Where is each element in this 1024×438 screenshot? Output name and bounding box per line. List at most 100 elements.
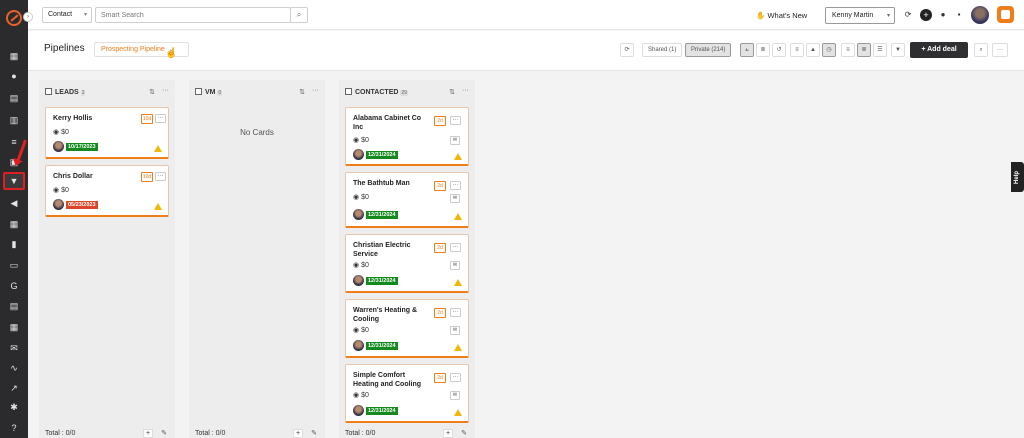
deal-card[interactable]: Alabama Cabinet Co Inc 2d ··· ◉ $0 ✉ 12/… [345,107,469,166]
refresh-icon[interactable]: ⟳ [903,10,913,20]
contact-type-select[interactable]: Contact ▾ [42,7,92,23]
column-more-icon[interactable]: ··· [462,87,469,94]
kanban-view-icon[interactable]: ⫨ [740,43,754,57]
email-icon[interactable]: ✉ [450,136,460,145]
mail-icon[interactable]: ✉ [8,342,20,354]
deal-title[interactable]: Kerry Hollis [53,114,131,123]
list-icon[interactable]: ≡ [8,136,20,148]
signature-icon[interactable]: ∿ [8,362,20,374]
warning-icon [154,145,162,152]
deal-card[interactable]: Warren's Heating & Cooling 2d ··· ◉ $0 ✉… [345,299,469,358]
owner-avatar[interactable] [53,199,64,210]
calendar-icon[interactable]: ▦ [8,321,20,333]
trend-chart-icon[interactable]: ↗ [8,382,20,394]
app-logo[interactable] [997,6,1014,23]
card-more-icon[interactable]: ··· [450,181,461,190]
card-more-icon[interactable]: ··· [450,116,461,125]
card-more-icon[interactable]: ··· [155,114,166,123]
card-more-icon[interactable]: ··· [450,243,461,252]
select-all-checkbox[interactable] [345,88,352,95]
email-icon[interactable]: ✉ [450,391,460,400]
help-circle-icon[interactable]: ? [8,422,20,434]
owner-avatar[interactable] [353,149,364,160]
empty-state-text: No Cards [240,128,274,137]
more-options-icon[interactable]: ··· [992,43,1008,57]
clock-icon[interactable]: ◷ [822,43,836,57]
sort-icon[interactable]: ⇅ [299,88,305,96]
google-icon[interactable]: G [8,280,20,292]
card-more-icon[interactable]: ··· [450,308,461,317]
refresh-icon[interactable]: ⟳ [620,43,634,57]
column-header: LEADS 2 [45,88,86,96]
add-deal-button[interactable]: + Add deal [910,42,968,58]
megaphone-icon[interactable]: ◀ [8,197,20,209]
edit-pencil-icon[interactable]: ✎ [311,429,317,437]
chat-icon[interactable]: ▪ [954,10,964,20]
card-more-icon[interactable]: ··· [155,172,166,181]
add-icon[interactable]: + [920,9,932,21]
email-icon[interactable]: ✉ [450,194,460,203]
column-more-icon[interactable]: ··· [312,87,319,94]
list-view-icon[interactable]: ≣ [756,43,770,57]
add-card-icon[interactable]: + [143,429,153,438]
select-all-checkbox[interactable] [195,88,202,95]
dashboard-icon[interactable]: ▦ [8,50,20,62]
shared-toggle[interactable]: Shared (1) [642,43,683,57]
thumbs-up-icon[interactable]: ▲ [806,43,820,57]
calculator-icon[interactable]: ▦ [8,218,20,230]
sidebar-collapse-icon[interactable]: › [23,12,33,22]
contacts-icon[interactable]: ● [8,70,20,82]
private-toggle[interactable]: Private (214) [685,43,732,57]
stack-icon[interactable]: ≡ [790,43,804,57]
add-card-icon[interactable]: + [293,429,303,438]
building-icon[interactable]: ▥ [8,114,20,126]
user-select[interactable]: Kenny Martin ▾ [825,7,895,24]
email-icon[interactable]: ✉ [450,326,460,335]
filter-icon[interactable]: ▼ [891,43,905,57]
settings-icon[interactable]: ✱ [8,401,20,413]
deal-title[interactable]: Warren's Heating & Cooling [353,306,431,324]
deal-title[interactable]: The Bathtub Man [353,179,431,188]
compact-view-icon[interactable]: ≡ [841,43,855,57]
documents-icon[interactable]: ▤ [8,92,20,104]
pipeline-filter-icon[interactable]: ▼ [3,172,25,190]
bar-chart-icon[interactable]: ▮ [8,238,20,250]
owner-avatar[interactable] [353,275,364,286]
column-more-icon[interactable]: ··· [162,87,169,94]
edit-pencil-icon[interactable]: ✎ [461,429,467,437]
history-icon[interactable]: ↺ [772,43,786,57]
search-icon[interactable]: ⌕ [974,43,988,57]
expanded-view-icon[interactable]: ☰ [873,43,887,57]
deal-card[interactable]: The Bathtub Man 2d ··· ◉ $0 ✉ 12/31/2024 [345,172,469,228]
card-more-icon[interactable]: ··· [450,373,461,382]
email-icon[interactable]: ✉ [450,261,460,270]
add-card-icon[interactable]: + [443,429,453,438]
owner-avatar[interactable] [353,405,364,416]
user-avatar[interactable] [971,6,989,24]
edit-pencil-icon[interactable]: ✎ [161,429,167,437]
deal-card[interactable]: Kerry Hollis 10d ··· ◉ $0 10/17/2023 [45,107,169,159]
column-title: LEADS [55,89,79,96]
bell-icon[interactable]: ● [938,10,948,20]
sort-icon[interactable]: ⇅ [449,88,455,96]
owner-avatar[interactable] [353,340,364,351]
brand-logo[interactable] [6,10,22,26]
sheet-icon[interactable]: ▤ [8,300,20,312]
deal-title[interactable]: Alabama Cabinet Co Inc [353,114,431,132]
normal-view-icon[interactable]: ≣ [857,43,871,57]
folder-icon[interactable]: ▭ [8,259,20,271]
select-all-checkbox[interactable] [45,88,52,95]
owner-avatar[interactable] [53,141,64,152]
help-tab[interactable]: Help [1011,162,1024,192]
deal-title[interactable]: Simple Comfort Heating and Cooling [353,371,431,389]
whats-new-link[interactable]: ✋ What's New [756,11,807,20]
deal-card[interactable]: Chris Dollar 10d ··· ◉ $0 05/23/2023 [45,165,169,217]
search-icon[interactable]: ⌕ [290,7,308,23]
deal-title[interactable]: Chris Dollar [53,172,131,181]
sort-icon[interactable]: ⇅ [149,88,155,96]
smart-search-input[interactable] [95,7,291,23]
owner-avatar[interactable] [353,209,364,220]
deal-card[interactable]: Christian Electric Service 2d ··· ◉ $0 ✉… [345,234,469,293]
deal-title[interactable]: Christian Electric Service [353,241,431,259]
deal-card[interactable]: Simple Comfort Heating and Cooling 2d ··… [345,364,469,423]
